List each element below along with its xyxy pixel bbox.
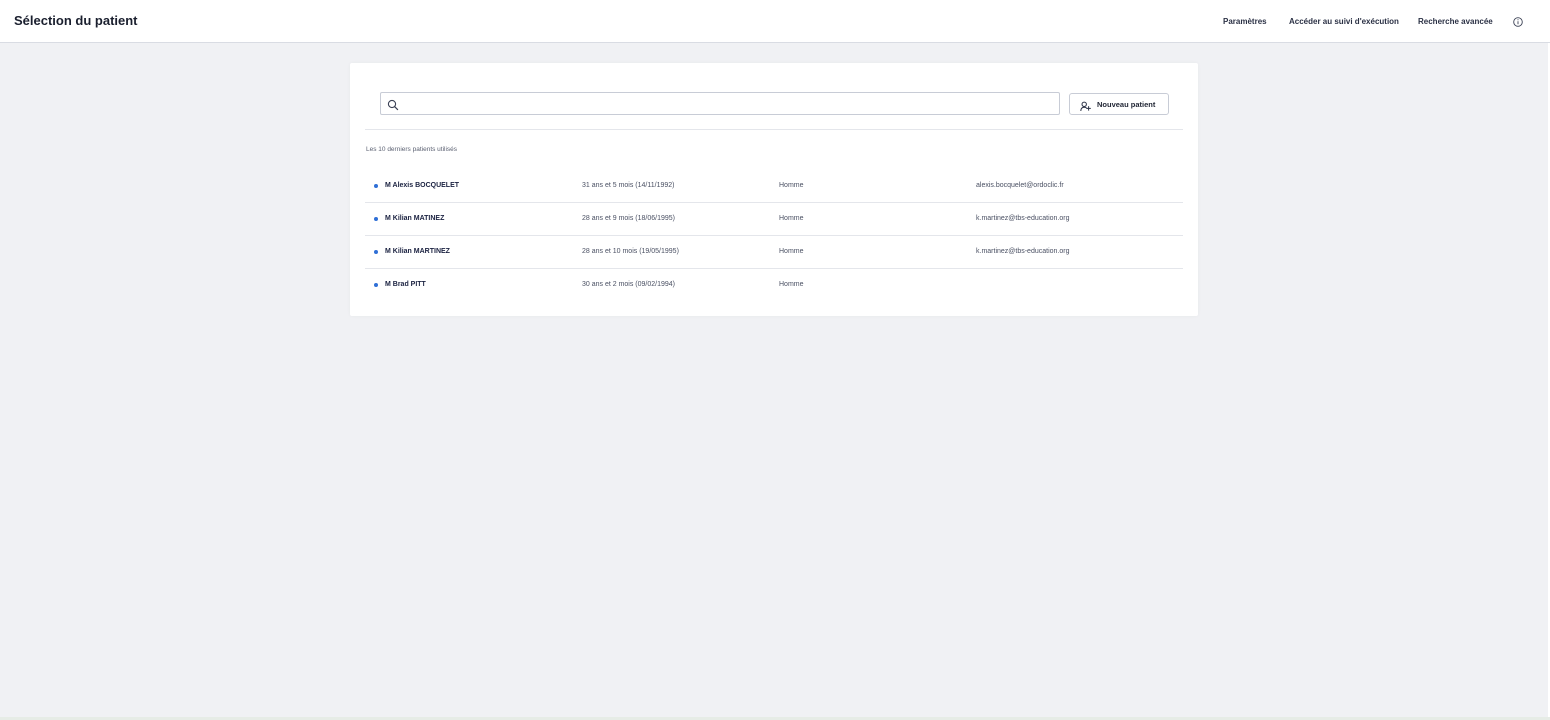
search-field[interactable] <box>380 92 1060 115</box>
patient-sex: Homme <box>779 248 804 255</box>
new-patient-button-label: Nouveau patient <box>1097 99 1156 109</box>
patient-sex: Homme <box>779 182 804 189</box>
patient-row[interactable]: M Brad PITT 30 ans et 2 mois (09/02/1994… <box>365 269 1183 302</box>
patient-row[interactable]: M Alexis BOCQUELET 31 ans et 5 mois (14/… <box>365 170 1183 203</box>
patient-name: M Brad PITT <box>385 281 426 288</box>
patient-list: M Alexis BOCQUELET 31 ans et 5 mois (14/… <box>365 170 1183 302</box>
bullet-dot <box>374 250 378 254</box>
patient-row[interactable]: M Kilian MATINEZ 28 ans et 9 mois (18/06… <box>365 203 1183 236</box>
search-icon <box>387 98 399 111</box>
patient-name: M Alexis BOCQUELET <box>385 182 460 189</box>
bullet-dot <box>374 217 378 221</box>
nav-suivi-execution-link[interactable]: Accéder au suivi d'exécution <box>1289 17 1399 26</box>
patient-age: 31 ans et 5 mois (14/11/1992) <box>582 182 675 189</box>
new-patient-button[interactable]: Nouveau patient <box>1069 93 1169 115</box>
nav-recherche-avancee-link[interactable]: Recherche avancée <box>1418 17 1493 26</box>
bullet-dot <box>374 184 378 188</box>
divider <box>365 129 1183 130</box>
patient-email: k.martinez@tbs-education.org <box>976 248 1070 255</box>
recent-patients-label: Les 10 derniers patients utilisés <box>366 146 458 153</box>
patient-email: alexis.bocquelet@ordoclic.fr <box>976 182 1064 189</box>
patient-age: 28 ans et 9 mois (18/06/1995) <box>582 215 676 222</box>
patient-sex: Homme <box>779 215 804 222</box>
bullet-dot <box>374 283 378 287</box>
patient-row[interactable]: M Kilian MARTINEZ 28 ans et 10 mois (19/… <box>365 236 1183 269</box>
patient-age: 28 ans et 10 mois (19/05/1995) <box>582 248 679 255</box>
patient-sex: Homme <box>779 281 804 288</box>
patient-selection-card: Nouveau patient Les 10 derniers patients… <box>350 63 1198 316</box>
patient-email: k.martinez@tbs-education.org <box>976 215 1070 222</box>
patient-name: M Kilian MATINEZ <box>385 215 445 222</box>
info-icon[interactable] <box>1513 14 1523 27</box>
top-bar: Sélection du patient Paramètres Accéder … <box>0 0 1550 43</box>
nav-parametres-link[interactable]: Paramètres <box>1223 17 1267 26</box>
search-input[interactable] <box>405 95 1055 112</box>
patient-name: M Kilian MARTINEZ <box>385 248 450 255</box>
page-title: Sélection du patient <box>14 13 138 28</box>
user-plus-icon <box>1080 99 1091 111</box>
patient-age: 30 ans et 2 mois (09/02/1994) <box>582 281 676 288</box>
